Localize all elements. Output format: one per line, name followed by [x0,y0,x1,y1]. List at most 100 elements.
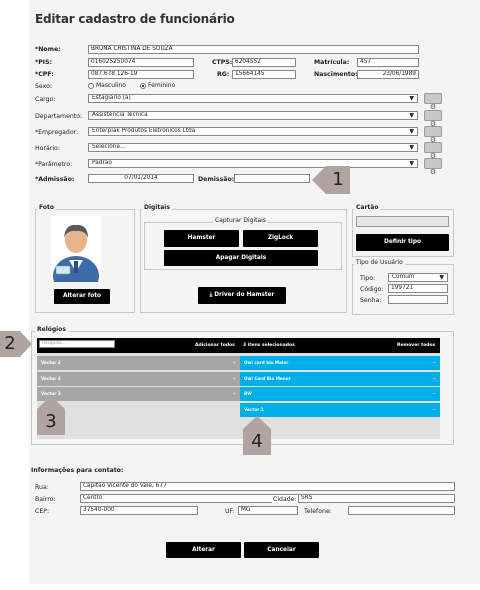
plus-icon: + [232,376,236,381]
annotation-4-label: 4 [243,429,271,455]
available-item[interactable]: Vector 3 + [37,387,240,401]
ctps-field[interactable]: 6204552 [232,58,296,67]
available-item-label: Vector 2 [41,360,61,365]
departamento-settings-button[interactable]: ⚙ [424,110,442,128]
radio-feminino[interactable]: Feminino [140,82,175,90]
horario-select[interactable]: Selecione... ▼ [88,143,418,152]
parametro-settings-button[interactable]: ⚙ [424,158,442,176]
cargo-select-value: Estagiário (a) [92,95,131,101]
annotation-1-arrow [312,166,326,194]
definir-tipo-button[interactable]: Definir tipo [356,234,449,251]
departamento-select-value: Assistência Técnica [92,112,148,118]
relogios-title: Relógios [35,326,68,333]
label-tipo: Tipo: [360,275,376,282]
rua-field[interactable]: Capitão Vicente do Vale, 677 [80,482,455,491]
parametro-select[interactable]: Padrao ▼ [88,159,418,168]
label-nascimento: Nascimento: [314,71,358,78]
selected-item-label: Owi card bio Maior [244,360,289,365]
alterar-button[interactable]: Alterar [166,542,241,558]
label-telefone: Telefone: [304,508,332,515]
demissao-field[interactable] [234,174,310,183]
plus-icon: + [232,360,236,365]
annotation-3-arrow [37,396,65,409]
cartao-title: Cartão [354,204,381,211]
cargo-settings-button[interactable]: ⚙ [424,93,442,111]
empregador-settings-button[interactable]: ⚙ [424,126,442,144]
minus-icon: − [432,407,436,412]
minus-icon: − [432,360,436,365]
selected-item[interactable]: Owi card bio Maior − [240,356,440,370]
ziglock-button[interactable]: ZigLock [243,230,318,247]
label-cargo: Cargo: [35,96,56,103]
horario-settings-button[interactable]: ⚙ [424,142,442,160]
selected-item-label: Owi Card Bio Menor [244,376,291,381]
selected-item[interactable]: Vector 1 − [240,403,440,417]
departamento-select[interactable]: Assistência Técnica ▼ [88,111,418,120]
rg-field[interactable]: 15664145 [232,70,296,79]
available-item-label: Vector 3 [41,376,61,381]
senha-field[interactable] [388,295,448,304]
chevron-down-icon: ▼ [409,112,414,119]
available-item[interactable]: Vector 2 + [37,356,240,370]
selected-item[interactable]: Owi Card Bio Menor − [240,372,440,386]
label-matricula: Matrícula: [314,59,350,66]
selected-item[interactable]: RW − [240,387,440,401]
label-codigo: Código: [360,286,384,293]
label-horario: Horário: [35,145,60,152]
uf-field[interactable]: MG [238,506,298,515]
label-departamento: Departamento: [35,113,83,120]
driver-hamster-label: Driver do Hamster [214,292,275,298]
selected-item-label: RW [244,391,252,396]
label-bairro: Bairro: [35,496,56,503]
cep-field[interactable]: 37540-000 [80,506,198,515]
tipo-usuario-title: Tipo de Usuário [354,259,405,266]
radio-feminino-label: Feminino [148,82,176,89]
plus-icon: + [232,391,236,396]
annotation-1-label: 1 [326,166,350,194]
driver-hamster-button[interactable]: ⤓ Driver do Hamster [198,287,286,304]
add-all-link[interactable]: Adicionar todos [195,338,235,353]
empregador-select[interactable]: Enterplak Produtos Eletronicos Ltda ▼ [88,127,418,136]
apagar-digitais-button[interactable]: Apagar Digitais [164,250,318,266]
chevron-down-icon: ▼ [439,274,444,281]
cancelar-button[interactable]: Cancelar [244,542,319,558]
telefone-field[interactable] [348,506,455,515]
minus-icon: − [432,391,436,396]
pis-field[interactable]: 016025250074 [88,58,194,67]
label-cpf: *CPF: [35,71,54,78]
selected-item-label: Vector 1 [244,407,264,412]
cargo-select[interactable]: Estagiário (a) ▼ [88,94,418,103]
annotation-2-label: 2 [0,331,20,357]
cartao-field[interactable] [356,216,449,227]
label-sexo: Sexo: [35,83,52,90]
label-ctps: CTPS: [212,59,233,66]
matricula-field[interactable]: 457 [357,58,419,67]
label-rg: RG: [217,71,230,78]
radio-feminino-dot[interactable] [140,82,146,89]
relogios-search-input[interactable]: Pesquisa... [39,340,115,348]
hamster-button[interactable]: Hamster [164,230,239,247]
cpf-field[interactable]: 087.678.126-19 [88,70,194,79]
codigo-field[interactable]: 199721 [388,284,448,293]
available-item[interactable]: Vector 3 + [37,372,240,386]
annotation-4-arrow [243,416,271,429]
label-empregador: *Empregador: [35,129,79,136]
annotation-3-label: 3 [37,409,65,435]
label-demissao: Demissão: [198,176,235,183]
selected-count: 3 itens selecionados [243,343,295,348]
user-avatar-icon [51,216,101,282]
alterar-foto-button[interactable]: Alterar foto [54,289,110,304]
minus-icon: − [432,376,436,381]
label-cep: CEP: [35,508,50,515]
label-parametro: *Parâmetro: [35,161,73,168]
admissao-field[interactable]: 07/01/2014 [88,174,194,183]
cidade-field[interactable]: SRS [298,494,455,503]
label-senha: Senha: [360,297,382,304]
radio-masculino-dot[interactable] [88,82,94,89]
radio-masculino[interactable]: Masculino [88,82,126,90]
tipo-select[interactable]: Comum ▼ [388,273,448,282]
gear-icon: ⚙ [429,168,437,176]
nascimento-field[interactable]: 23/06/1989 [357,70,419,79]
nome-field[interactable]: BRUNA CRISTINA DE SOUZA [88,45,419,54]
remove-all-link[interactable]: Remover todos [397,338,435,353]
